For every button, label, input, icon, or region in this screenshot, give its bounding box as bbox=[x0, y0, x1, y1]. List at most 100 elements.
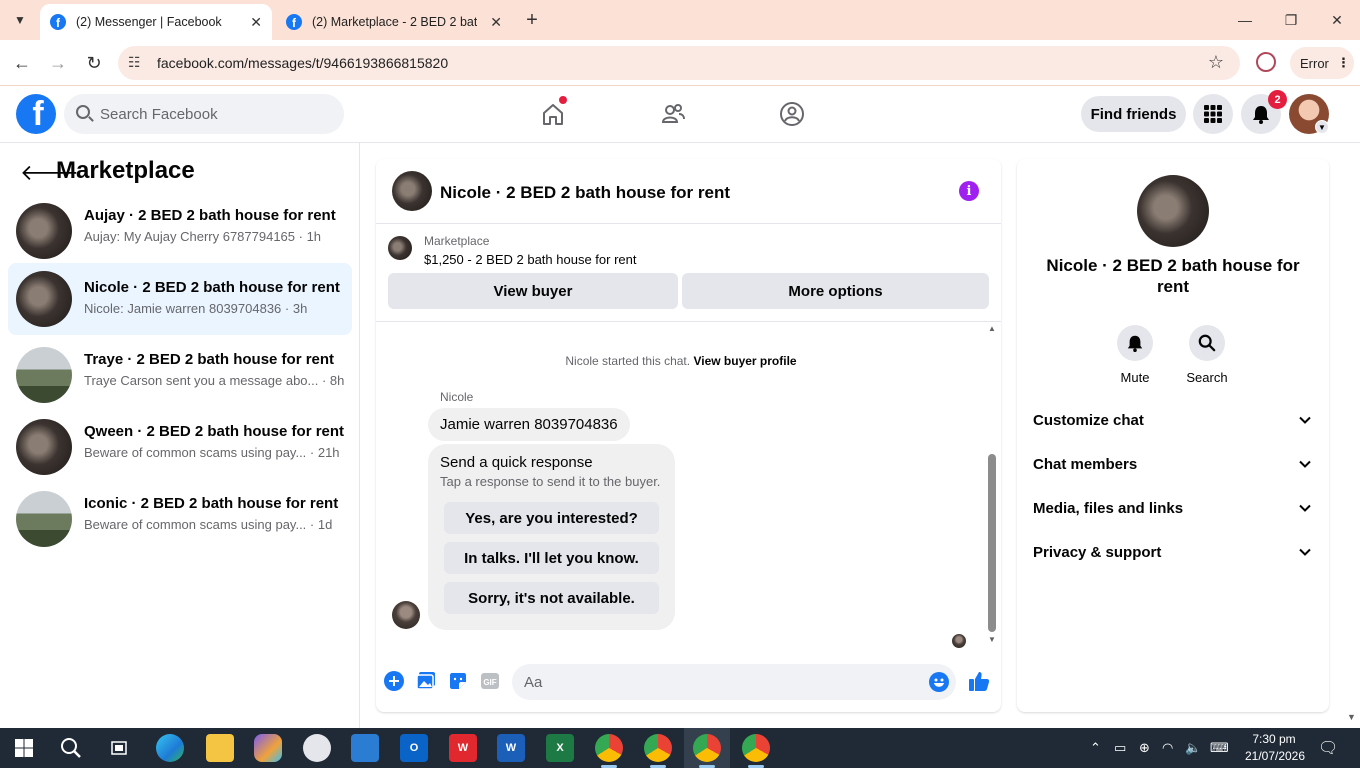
close-tab-icon[interactable]: ✕ bbox=[250, 14, 262, 31]
tab-title: (2) Marketplace - 2 BED 2 bath bbox=[312, 15, 477, 29]
conversation-item-nicole[interactable]: Nicole · 2 BED 2 bath house for rent Nic… bbox=[8, 263, 352, 335]
seen-indicator-avatar bbox=[952, 634, 966, 648]
url-text[interactable]: facebook.com/messages/t/9466193866815820 bbox=[157, 55, 448, 71]
site-info-icon[interactable]: ☷ bbox=[128, 54, 141, 71]
section-media-files-links[interactable]: Media, files and links bbox=[1017, 489, 1329, 529]
view-buyer-profile-link[interactable]: View buyer profile bbox=[693, 354, 796, 368]
page-scroll-down-arrow-icon[interactable]: ▼ bbox=[1347, 712, 1356, 722]
groups-icon bbox=[780, 102, 804, 126]
browser-error-menu-button[interactable]: Error ⋮ bbox=[1290, 47, 1354, 79]
chat-avatar[interactable] bbox=[392, 171, 432, 211]
menu-grid-button[interactable] bbox=[1193, 94, 1233, 134]
chat-title[interactable]: Nicole · 2 BED 2 bath house for rent bbox=[440, 183, 730, 203]
scroll-down-arrow-icon[interactable]: ▼ bbox=[988, 635, 996, 644]
conversation-snippet: Nicole: Jamie warren 8039704836 · 3h bbox=[84, 301, 308, 316]
thread-scrollbar[interactable]: ▲ ▼ bbox=[986, 322, 998, 652]
quick-response-button-not-available[interactable]: Sorry, it's not available. bbox=[444, 582, 659, 614]
conversation-item-aujay[interactable]: Aujay · 2 BED 2 bath house for rent Auja… bbox=[8, 199, 352, 263]
show-hidden-icons-chevron-icon[interactable]: ⌃ bbox=[1090, 740, 1101, 756]
chrome-profile-2-icon[interactable] bbox=[644, 734, 672, 762]
photo-button[interactable] bbox=[415, 670, 437, 692]
more-options-button[interactable]: More options bbox=[682, 273, 989, 309]
sticker-icon bbox=[450, 673, 466, 689]
svg-text:GIF: GIF bbox=[483, 678, 496, 687]
sticker-button[interactable] bbox=[447, 670, 469, 692]
browser-tab-marketplace[interactable]: f (2) Marketplace - 2 BED 2 bath ✕ bbox=[276, 4, 512, 40]
thumbs-up-icon[interactable] bbox=[968, 670, 990, 692]
outlook-icon[interactable]: O bbox=[400, 734, 428, 762]
volume-icon[interactable]: 🔈 bbox=[1185, 740, 1201, 756]
search-input[interactable] bbox=[100, 94, 336, 134]
notification-center-icon[interactable]: 🗨 bbox=[1318, 738, 1338, 758]
reload-button[interactable]: ↻ bbox=[81, 50, 107, 76]
windows-start-icon[interactable] bbox=[10, 734, 38, 762]
bell-icon bbox=[1253, 106, 1269, 124]
groups-nav-button[interactable] bbox=[776, 98, 808, 130]
new-tab-button[interactable]: + bbox=[520, 8, 544, 32]
minimize-window-button[interactable]: — bbox=[1233, 8, 1257, 32]
browser-profile-icon[interactable] bbox=[1256, 52, 1276, 72]
scrollbar-thumb[interactable] bbox=[988, 454, 996, 632]
address-bar[interactable]: ☷ facebook.com/messages/t/94661938668158… bbox=[118, 46, 1240, 80]
keyboard-icon[interactable]: ⌨ bbox=[1210, 740, 1229, 756]
view-buyer-button[interactable]: View buyer bbox=[388, 273, 678, 309]
section-chat-members[interactable]: Chat members bbox=[1017, 445, 1329, 485]
section-customize-chat[interactable]: Customize chat bbox=[1017, 401, 1329, 441]
excel-icon[interactable]: X bbox=[546, 734, 574, 762]
conversation-name: Qween · 2 BED 2 bath house for rent bbox=[84, 423, 345, 440]
taskbar-search-icon[interactable] bbox=[57, 734, 85, 762]
conversation-item-traye[interactable]: Traye · 2 BED 2 bath house for rent Tray… bbox=[8, 343, 352, 407]
gif-button[interactable]: GIF bbox=[479, 670, 501, 692]
facebook-logo-icon[interactable]: f bbox=[16, 94, 56, 134]
notification-count-badge: 2 bbox=[1268, 90, 1287, 109]
battery-icon[interactable]: ▭ bbox=[1114, 740, 1126, 756]
home-nav-button[interactable] bbox=[537, 96, 569, 130]
microsoft-store-icon[interactable] bbox=[351, 734, 379, 762]
quick-response-button-interested[interactable]: Yes, are you interested? bbox=[444, 502, 659, 534]
message-input[interactable] bbox=[512, 664, 956, 700]
edge-browser-icon[interactable] bbox=[156, 734, 184, 762]
tab-search-chevron-icon[interactable]: ▼ bbox=[8, 8, 32, 32]
wifi-icon[interactable]: ◠ bbox=[1162, 740, 1173, 756]
browser-tab-messenger[interactable]: f (2) Messenger | Facebook ✕ bbox=[40, 4, 272, 40]
account-chevron-down-icon[interactable]: ▼ bbox=[1315, 120, 1329, 134]
back-button[interactable]: ← bbox=[9, 50, 35, 76]
conversation-avatar bbox=[16, 347, 72, 403]
scroll-up-arrow-icon[interactable]: ▲ bbox=[988, 324, 996, 333]
maximize-window-button[interactable]: ❐ bbox=[1279, 8, 1303, 32]
contact-avatar[interactable] bbox=[1137, 175, 1209, 247]
mute-button[interactable]: Mute bbox=[1105, 325, 1165, 385]
find-friends-button[interactable]: Find friends bbox=[1081, 96, 1186, 132]
quick-response-button-in-talks[interactable]: In talks. I'll let you know. bbox=[444, 542, 659, 574]
file-explorer-icon[interactable] bbox=[206, 734, 234, 762]
facebook-search[interactable] bbox=[64, 94, 344, 134]
clock-date[interactable]: 21/07/2026 bbox=[1240, 749, 1310, 763]
chrome-profile-4-icon[interactable] bbox=[742, 734, 770, 762]
paint-icon[interactable] bbox=[303, 734, 331, 762]
conversation-item-iconic[interactable]: Iconic · 2 BED 2 bath house for rent Bew… bbox=[8, 487, 352, 551]
device-icon[interactable]: ⊕ bbox=[1139, 740, 1150, 756]
friends-nav-button[interactable] bbox=[657, 98, 689, 130]
close-window-button[interactable]: ✕ bbox=[1325, 8, 1349, 32]
task-view-icon[interactable] bbox=[105, 734, 133, 762]
section-privacy-support[interactable]: Privacy & support bbox=[1017, 533, 1329, 573]
chrome-profile-1-icon[interactable] bbox=[595, 734, 623, 762]
add-attachment-button[interactable] bbox=[383, 670, 405, 692]
search-conversation-button[interactable]: Search bbox=[1177, 325, 1237, 385]
conversation-name: Traye · 2 BED 2 bath house for rent bbox=[84, 351, 335, 368]
listing-title[interactable]: $1,250 - 2 BED 2 bath house for rent bbox=[424, 252, 636, 267]
copilot-icon[interactable] bbox=[254, 734, 282, 762]
word-icon[interactable]: W bbox=[497, 734, 525, 762]
close-tab-icon[interactable]: ✕ bbox=[490, 14, 502, 31]
forward-button[interactable]: → bbox=[45, 50, 71, 76]
conversation-item-qween[interactable]: Qween · 2 BED 2 bath house for rent Bewa… bbox=[8, 415, 352, 479]
notifications-button[interactable]: 2 bbox=[1241, 90, 1287, 134]
message-bubble[interactable]: Jamie warren 8039704836 bbox=[428, 408, 630, 441]
sender-avatar[interactable] bbox=[392, 601, 420, 629]
emoji-icon[interactable] bbox=[929, 672, 949, 692]
wps-office-icon[interactable]: W bbox=[449, 734, 477, 762]
chrome-profile-3-icon[interactable] bbox=[693, 734, 721, 762]
info-icon[interactable]: i bbox=[959, 181, 979, 201]
clock-time[interactable]: 7:30 pm bbox=[1247, 732, 1301, 746]
bookmark-star-icon[interactable]: ☆ bbox=[1208, 52, 1224, 73]
